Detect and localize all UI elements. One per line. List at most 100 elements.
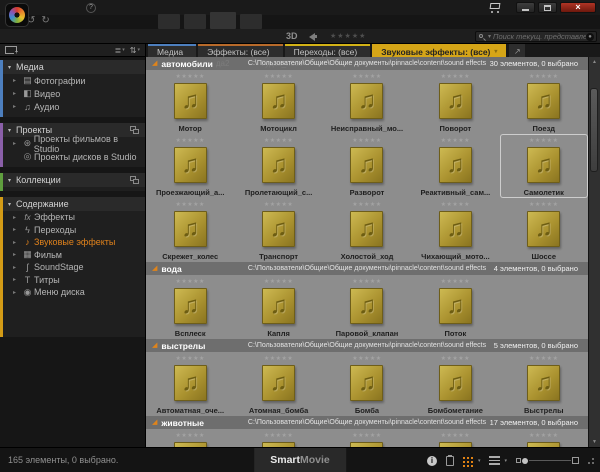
new-collection-icon[interactable]: + (5, 46, 17, 54)
sound-item[interactable]: ★★★★★ ♫ Всплеск (146, 275, 234, 339)
scroll-up-icon[interactable]: ▲ (589, 57, 600, 67)
group-header[interactable]: ◢ автомобили да2 Гудок_поез C:\Пользоват… (146, 57, 588, 70)
item-rating-stars[interactable]: ★★★★★ (352, 201, 381, 209)
nav-tab[interactable] (240, 14, 262, 29)
sidebar-item[interactable]: ▸ fx Эффекты (3, 211, 145, 224)
item-expander-icon[interactable]: ▸ (13, 276, 21, 283)
group-header[interactable]: ◢ животные C:\Пользователи\Общие\Общие д… (146, 416, 588, 429)
speaker-icon[interactable] (309, 33, 318, 40)
sidebar-item[interactable]: ▸ ▦ Фильм (3, 249, 145, 262)
item-rating-stars[interactable]: ★★★★★ (175, 355, 204, 363)
sound-item[interactable]: ★★★★★ ♫ Проезжающий_а... (146, 134, 234, 198)
item-rating-stars[interactable]: ★★★★★ (441, 73, 470, 81)
item-expander-icon[interactable]: ▸ (13, 226, 21, 233)
item-rating-stars[interactable]: ★★★★★ (352, 73, 381, 81)
sound-item[interactable]: ★★★★★ ♫ Паровой_клапан (323, 275, 411, 339)
sound-item[interactable]: ★★★★★ ♫ Мотоцикл (234, 70, 322, 134)
library-tab[interactable]: Звуковые эффекты: (все) ▾ (372, 44, 506, 57)
item-rating-stars[interactable]: ★★★★★ (441, 278, 470, 286)
library-tab[interactable]: Переходы: (все) (285, 44, 371, 57)
sound-item[interactable]: ★★★★★ ♫ Холостой_ход (323, 198, 411, 262)
clipboard-icon[interactable] (446, 456, 454, 466)
sidebar-item[interactable]: ▸ ◧ Видео (3, 87, 145, 100)
help-icon[interactable]: ? (86, 3, 96, 13)
rating-filter-stars[interactable]: ★★★★★ (330, 32, 366, 40)
item-expander-icon[interactable]: ▸ (13, 239, 21, 246)
vertical-scrollbar[interactable]: ▲ ▼ (588, 57, 600, 447)
search-clear-icon[interactable]: ● (586, 33, 594, 41)
sound-item[interactable]: ★★★★★ ♫ (323, 429, 411, 447)
sound-item[interactable]: ★★★★★ ♫ Бомбометание (411, 352, 499, 416)
item-rating-stars[interactable]: ★★★★★ (441, 201, 470, 209)
zoom-slider[interactable] (516, 457, 579, 464)
sound-item[interactable]: ★★★★★ ♫ (234, 429, 322, 447)
sound-item[interactable]: ★★★★★ ♫ Самолетик (500, 134, 588, 198)
shop-cart-icon[interactable] (489, 2, 503, 13)
sound-item[interactable]: ★★★★★ ♫ Капля (234, 275, 322, 339)
item-rating-stars[interactable]: ★★★★★ (264, 201, 293, 209)
minimize-button[interactable] (516, 2, 535, 13)
nav-tab[interactable] (184, 14, 206, 29)
zoom-slider-thumb[interactable] (522, 458, 528, 464)
sound-item[interactable]: ★★★★★ ♫ Неисправный_мо... (323, 70, 411, 134)
group-expander-icon[interactable]: ◢ (152, 57, 157, 70)
thumbnail-view-caret-icon[interactable]: ▾ (478, 458, 481, 464)
sidebar-item[interactable]: ▸ ♫ Аудио (3, 100, 145, 113)
sound-item[interactable]: ★★★★★ ♫ Пролетающий_с... (234, 134, 322, 198)
item-rating-stars[interactable]: ★★★★★ (529, 432, 558, 440)
section-header-content[interactable]: ▾ Содержание (3, 197, 145, 211)
item-rating-stars[interactable]: ★★★★★ (529, 137, 558, 145)
group-expander-icon[interactable]: ◢ (152, 416, 157, 429)
scroll-down-icon[interactable]: ▼ (589, 437, 600, 447)
item-rating-stars[interactable]: ★★★★★ (175, 201, 204, 209)
section-header-media[interactable]: ▾ Медиа (3, 60, 145, 74)
library-tab[interactable]: Медиа (148, 44, 196, 57)
item-rating-stars[interactable]: ★★★★★ (352, 432, 381, 440)
library-tab[interactable]: Эффекты: (все) (198, 44, 282, 57)
sound-item[interactable]: ★★★★★ ♫ (146, 429, 234, 447)
item-expander-icon[interactable]: ▸ (13, 289, 21, 296)
item-rating-stars[interactable]: ★★★★★ (352, 355, 381, 363)
item-rating-stars[interactable]: ★★★★★ (264, 73, 293, 81)
info-icon[interactable]: i (427, 456, 437, 466)
sound-item[interactable]: ★★★★★ ♫ Автоматная_оче... (146, 352, 234, 416)
nav-tab[interactable] (158, 14, 180, 29)
item-expander-icon[interactable]: ▸ (13, 77, 21, 84)
expander-icon[interactable]: ▾ (8, 64, 11, 71)
sound-item[interactable]: ★★★★★ ♫ Поворот (411, 70, 499, 134)
sidebar-item[interactable]: ▸ ♪ Звуковые эффекты (3, 236, 145, 249)
sort-icon[interactable]: ⇅ (130, 46, 137, 55)
thumbnail-view-icon[interactable] (463, 457, 474, 465)
expander-icon[interactable]: ▾ (8, 201, 11, 208)
sound-item[interactable]: ★★★★★ ♫ Разворот (323, 134, 411, 198)
zoom-out-icon[interactable] (516, 458, 521, 463)
sound-item[interactable]: ★★★★★ ♫ Транспорт (234, 198, 322, 262)
group-expander-icon[interactable]: ◢ (152, 262, 157, 275)
sound-item[interactable]: ★★★★★ ♫ (411, 429, 499, 447)
app-logo-icon[interactable] (5, 3, 29, 27)
sound-item[interactable]: ★★★★★ ♫ Шоссе (500, 198, 588, 262)
close-button[interactable]: × (560, 2, 596, 13)
search-icon[interactable] (478, 33, 486, 41)
scrollbar-thumb[interactable] (590, 88, 598, 172)
item-rating-stars[interactable]: ★★★★★ (352, 137, 381, 145)
item-rating-stars[interactable]: ★★★★★ (441, 432, 470, 440)
sound-item[interactable]: ★★★★★ ♫ Выстрелы (500, 352, 588, 416)
list-view-icon[interactable]: ≣ (115, 46, 122, 55)
3d-mode-label[interactable]: 3D (286, 31, 298, 41)
item-rating-stars[interactable]: ★★★★★ (175, 432, 204, 440)
detail-view-caret-icon[interactable]: ▾ (504, 458, 507, 464)
sidebar-item[interactable]: ▸ ▤ Фотографии (3, 74, 145, 87)
redo-button[interactable]: ↻ (41, 15, 49, 26)
sidebar-item[interactable]: ▸ ◉ Меню диска (3, 286, 145, 299)
item-rating-stars[interactable]: ★★★★★ (529, 201, 558, 209)
sidebar-item[interactable]: ▸ ʃ SoundStage (3, 261, 145, 274)
sidebar-item[interactable]: ▸ T Титры (3, 274, 145, 287)
item-expander-icon[interactable]: ▸ (13, 103, 21, 110)
item-rating-stars[interactable]: ★★★★★ (175, 278, 204, 286)
item-expander-icon[interactable]: ▸ (13, 251, 21, 258)
item-rating-stars[interactable]: ★★★★★ (441, 137, 470, 145)
item-expander-icon[interactable]: ▸ (13, 140, 21, 147)
item-rating-stars[interactable]: ★★★★★ (441, 355, 470, 363)
expander-icon[interactable]: ▾ (8, 177, 11, 184)
